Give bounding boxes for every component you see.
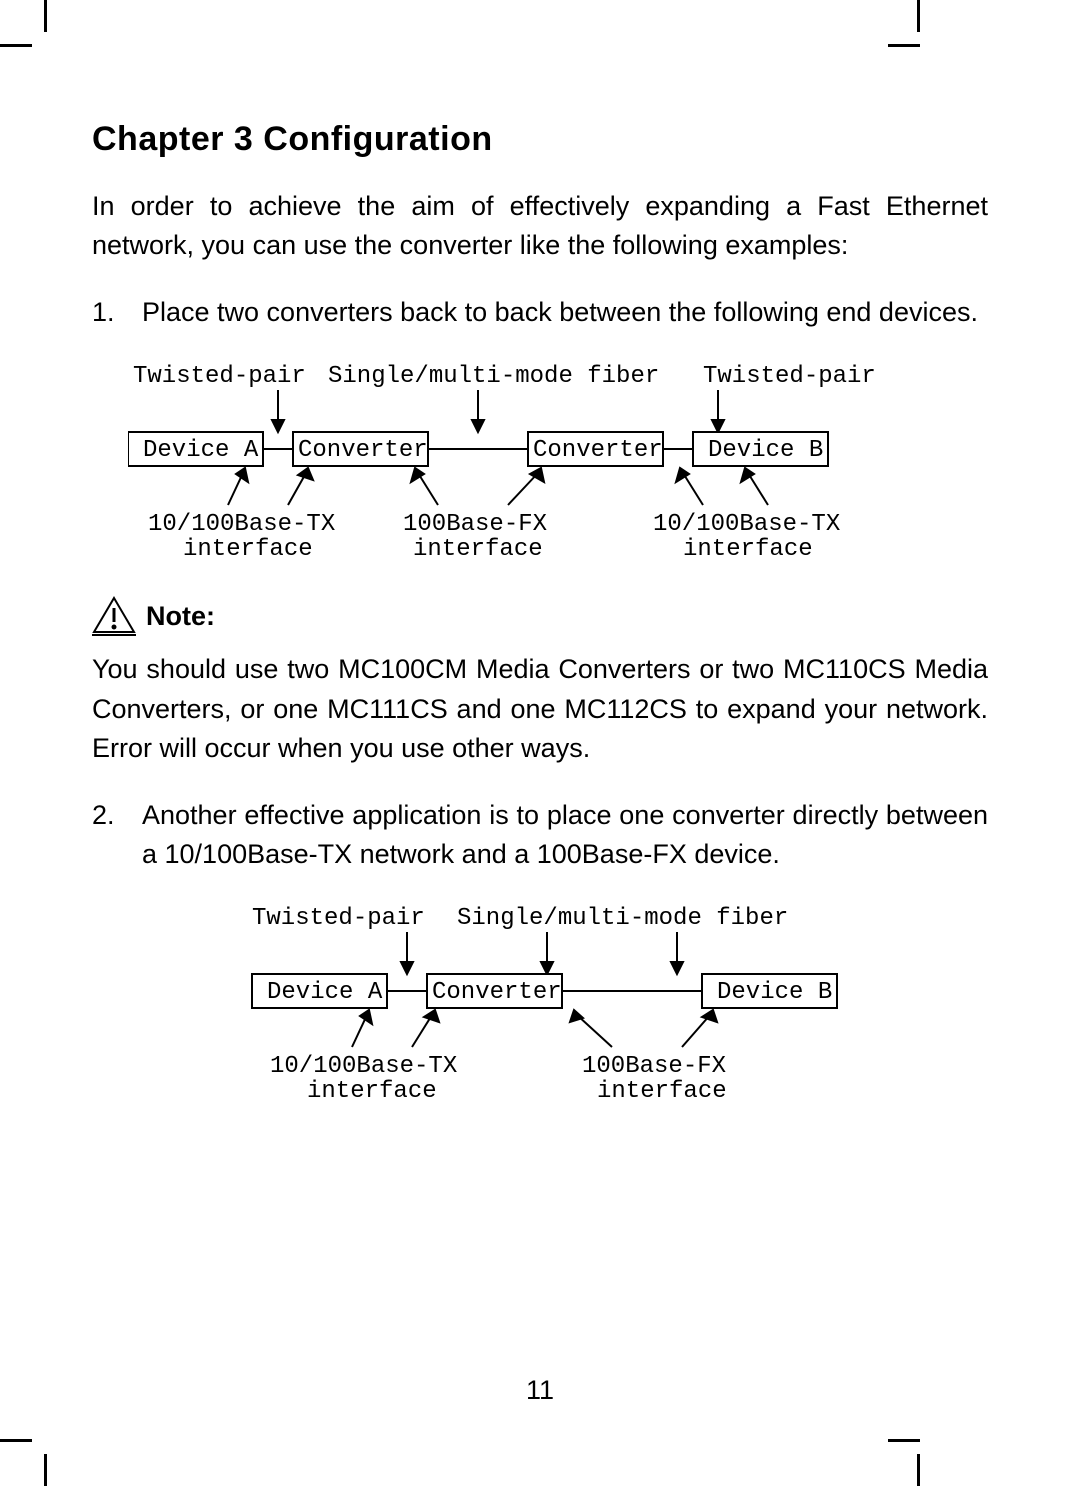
crop-mark bbox=[888, 1439, 920, 1442]
note-header: Note: bbox=[92, 596, 988, 636]
diagram-bottom-label: 10/100Base-TX bbox=[270, 1053, 457, 1080]
list-number: 1. bbox=[92, 293, 142, 332]
diagram-top-label: Twisted-pair bbox=[252, 905, 425, 932]
crop-mark bbox=[44, 1454, 47, 1486]
diagram-bottom-label: interface bbox=[683, 536, 813, 560]
diagram-box-label: Device A bbox=[267, 979, 383, 1006]
diagram-bottom-label: 10/100Base-TX bbox=[653, 511, 840, 538]
crop-mark bbox=[888, 44, 920, 47]
diagram-1: text { font-family: "Courier New", monos… bbox=[128, 360, 988, 560]
note-text: You should use two MC100CM Media Convert… bbox=[92, 650, 988, 767]
list-item-2: 2. Another effective application is to p… bbox=[92, 796, 988, 874]
diagram-bottom-label: 100Base-FX bbox=[582, 1053, 726, 1080]
diagram-box-label: Device B bbox=[708, 437, 823, 464]
diagram-2: text { font-family: "Courier New", monos… bbox=[232, 902, 988, 1102]
crop-mark bbox=[0, 1439, 32, 1442]
diagram-bottom-label: interface bbox=[413, 536, 543, 560]
diagram-box-label: Device A bbox=[143, 437, 259, 464]
diagram-box-label: Converter bbox=[298, 437, 428, 464]
intro-paragraph: In order to achieve the aim of effective… bbox=[92, 187, 988, 265]
crop-mark bbox=[44, 0, 47, 32]
diagram-box-label: Converter bbox=[432, 979, 562, 1006]
diagram-top-label: Twisted-pair bbox=[703, 363, 876, 390]
chapter-title: Chapter 3 Configuration bbox=[92, 120, 988, 159]
list-number: 2. bbox=[92, 796, 142, 874]
diagram-bottom-label: interface bbox=[183, 536, 313, 560]
page-number: 11 bbox=[0, 1375, 1080, 1406]
diagram-box-label: Device B bbox=[717, 979, 832, 1006]
diagram-top-label: Single/multi-mode fiber bbox=[457, 905, 788, 932]
diagram-box-label: Converter bbox=[533, 437, 663, 464]
list-item-1: 1. Place two converters back to back bet… bbox=[92, 293, 988, 332]
list-text: Place two converters back to back betwee… bbox=[142, 293, 988, 332]
warning-icon bbox=[92, 596, 136, 636]
diagram-bottom-label: 10/100Base-TX bbox=[148, 511, 335, 538]
note-label: Note: bbox=[146, 601, 215, 632]
list-text: Another effective application is to plac… bbox=[142, 796, 988, 874]
page: Chapter 3 Configuration In order to achi… bbox=[0, 0, 1080, 1486]
diagram-top-label: Single/multi-mode fiber bbox=[328, 363, 659, 390]
crop-mark bbox=[0, 44, 32, 47]
diagram-top-label: Twisted-pair bbox=[133, 363, 306, 390]
crop-mark bbox=[917, 0, 920, 32]
diagram-bottom-label: 100Base-FX bbox=[403, 511, 547, 538]
diagram-bottom-label: interface bbox=[307, 1078, 437, 1102]
diagram-bottom-label: interface bbox=[597, 1078, 727, 1102]
crop-mark bbox=[917, 1454, 920, 1486]
